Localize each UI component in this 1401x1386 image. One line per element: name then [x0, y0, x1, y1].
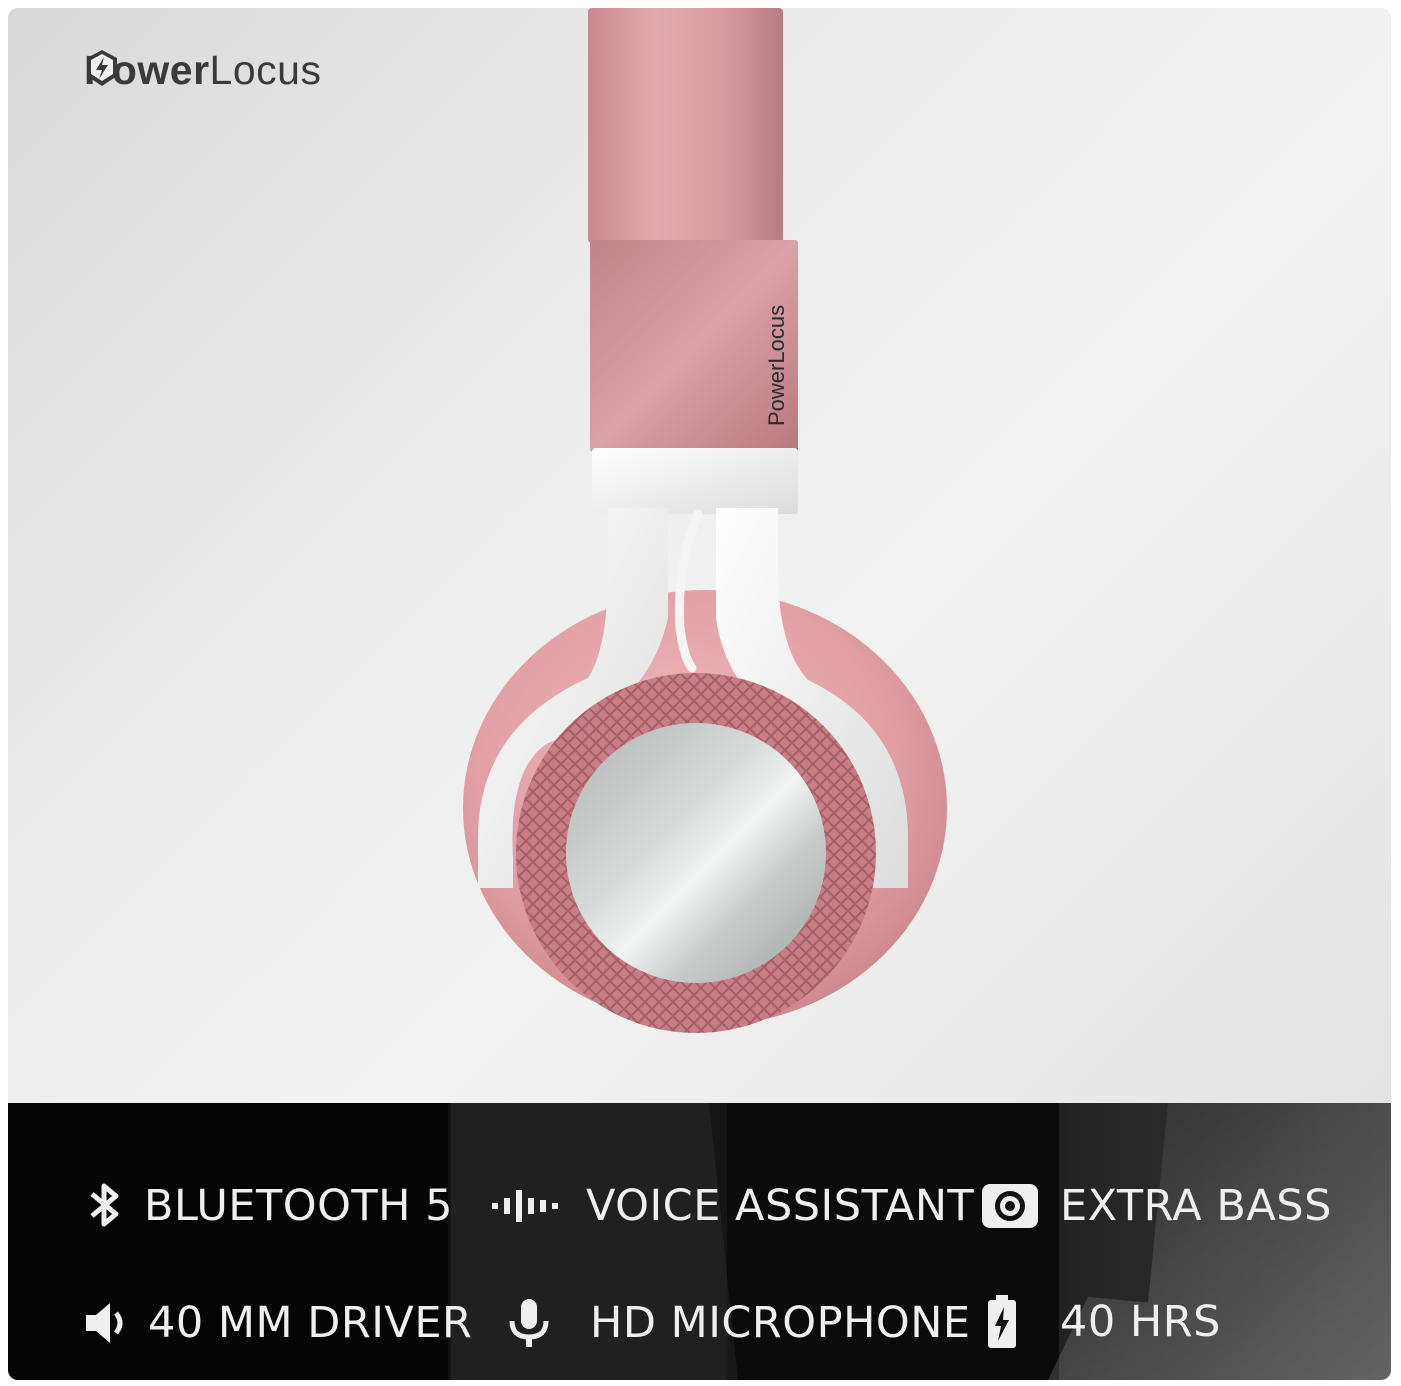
brand-logo: PowerLocus: [84, 48, 321, 92]
feature-label: EXTRA BASS: [1060, 1180, 1332, 1231]
product-image-frame: PowerLocus PowerLocus BLUETOOTH 5 VOICE …: [8, 8, 1391, 1380]
headband-brand-text: PowerLocus: [764, 304, 789, 426]
speaker-bass-icon: [982, 1184, 1038, 1228]
bluetooth-icon: [90, 1183, 119, 1227]
hinge-connector: [592, 448, 798, 514]
headphone-photo: PowerLocus PowerLocus: [8, 8, 1391, 1103]
brand-word-locus: Locus: [209, 46, 322, 93]
feature-label: HD MICROPHONE: [590, 1297, 971, 1348]
silver-cap: [566, 723, 826, 983]
headband: [588, 8, 783, 243]
feature-driver: 40 MM DRIVER: [82, 1297, 472, 1349]
feature-bar: BLUETOOTH 5 VOICE ASSISTANT EXTRA BASS 4…: [8, 1103, 1391, 1380]
headphone-illustration: [463, 8, 947, 1033]
feature-label: 40 MM DRIVER: [148, 1297, 473, 1348]
feature-battery: 40 HRS: [984, 1293, 1221, 1351]
feature-label: BLUETOOTH 5: [144, 1180, 454, 1231]
power-bolt-shield-icon: [87, 50, 117, 86]
volume-icon: [86, 1303, 123, 1343]
feature-label: 40 HRS: [1060, 1296, 1221, 1347]
feature-extra-bass: EXTRA BASS: [980, 1180, 1332, 1232]
voice-wave-icon: [492, 1190, 558, 1222]
microphone-icon: [509, 1299, 549, 1347]
feature-bluetooth: BLUETOOTH 5: [82, 1180, 453, 1232]
feature-label: VOICE ASSISTANT: [586, 1180, 975, 1231]
feature-microphone: HD MICROPHONE: [506, 1297, 971, 1349]
battery-icon: [988, 1295, 1016, 1348]
feature-voice-assistant: VOICE ASSISTANT: [490, 1180, 974, 1232]
